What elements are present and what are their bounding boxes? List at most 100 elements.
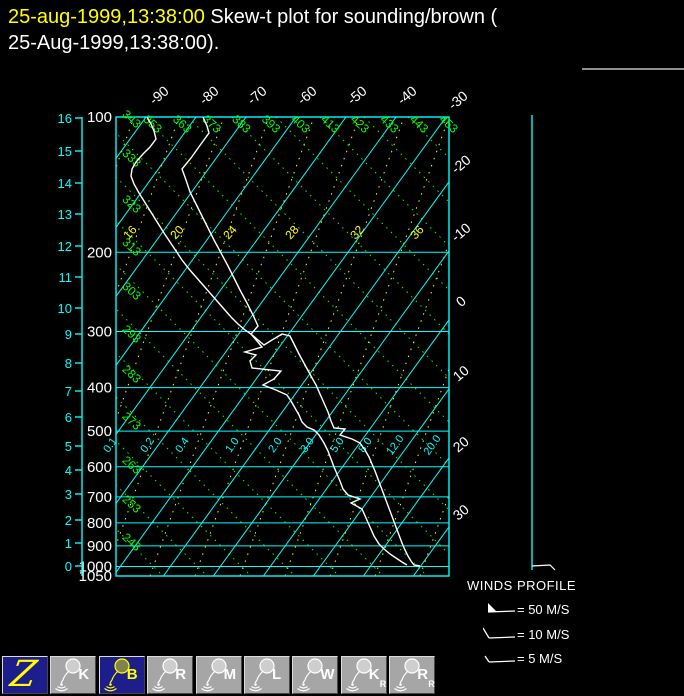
dry-adiabat-label: 333	[120, 146, 144, 170]
mixing-ratio-label: 0.2	[138, 436, 157, 455]
height-label: 5	[65, 439, 72, 454]
mixing-ratio-label: 12.0	[384, 433, 406, 457]
mixing-ratio-label: 2.0	[266, 436, 285, 455]
dry-adiabat-label: 293	[120, 322, 144, 346]
toolbar-button-letter: R	[175, 666, 186, 683]
pressure-label: 400	[87, 380, 112, 397]
toolbar-button-logo[interactable]: Z	[2, 656, 48, 694]
dry-adiabat-label: 303	[120, 279, 144, 303]
dry-adiabat-label: 453	[437, 112, 461, 136]
toolbar-button-letter: K	[369, 666, 380, 683]
dry-adiabat-label: 253	[120, 492, 144, 516]
isotherm-label: -90	[146, 82, 172, 107]
isotherm-label: -20	[448, 151, 474, 176]
dry-adiabat-label: 423	[348, 112, 372, 136]
isotherm-label: 10	[450, 362, 472, 384]
dry-adiabat-label: 273	[120, 409, 144, 433]
winds-profile-axis	[532, 115, 555, 570]
toolbar-button-letter: M	[224, 666, 237, 683]
height-label: 12	[58, 239, 72, 254]
toolbar-button-KR[interactable]: KR	[341, 656, 387, 694]
isotherm-label: -10	[448, 219, 474, 244]
toolbar-button-RR[interactable]: RR	[389, 656, 435, 694]
mixing-ratio-label: 0.4	[173, 436, 192, 455]
mixing-ratio-label: 5.0	[328, 436, 347, 455]
isotherm-label: -30	[445, 87, 471, 112]
moist-lines	[0, 117, 684, 576]
dry-adiabat-label: 433	[377, 112, 401, 136]
toolbar-button-letter: K	[78, 666, 89, 683]
zeb-logo-icon: Z	[7, 654, 39, 695]
height-label: 4	[65, 463, 72, 478]
pressure-label: 200	[87, 244, 112, 261]
dry-adiabat-labels: 3433333233133032932832732632532433533633…	[120, 107, 461, 554]
toolbar-button-W[interactable]: W	[292, 656, 338, 694]
isotherm-label: -50	[344, 82, 370, 107]
isotherm-label: 20	[450, 433, 472, 455]
mixing-ratio-label: 1.0	[223, 436, 242, 455]
moist-label: 20	[167, 222, 187, 242]
height-label: 6	[65, 410, 72, 425]
toolbar-button-letter: L	[272, 666, 281, 683]
pressure-label: 800	[87, 515, 112, 532]
height-label: 1	[65, 536, 72, 551]
dry-adiabat-label: 353	[141, 112, 165, 136]
height-label: 2	[65, 513, 72, 528]
toolbar-button-letter: R	[417, 666, 428, 683]
winds-profile-title: WINDS PROFILE	[467, 578, 576, 593]
isotherm-label: -60	[294, 82, 320, 107]
pressure-label: 1050	[79, 568, 112, 585]
wind-legend-label: = 10 M/S	[517, 627, 569, 642]
height-label: 8	[65, 356, 72, 371]
toolbar-button-letter: W	[320, 666, 334, 683]
dry-adiabat-label: 263	[120, 453, 144, 477]
skewt-chart: 1002003004005006007008009001000105016151…	[0, 0, 684, 696]
height-label: 16	[58, 111, 72, 126]
height-label: 14	[58, 176, 72, 191]
dry-adiabat-label: 413	[318, 112, 342, 136]
dry-adiabat-lines	[0, 117, 684, 576]
dry-adiabat-label: 393	[259, 112, 283, 136]
full-barb-icon	[483, 625, 519, 643]
height-label: 10	[58, 301, 72, 316]
dry-adiabat-label: 403	[289, 112, 313, 136]
isotherm-lines	[0, 117, 684, 576]
dry-adiabat-label: 383	[229, 112, 253, 136]
moist-label: 16	[120, 222, 140, 242]
pressure-label: 600	[87, 459, 112, 476]
height-label: 15	[58, 144, 72, 159]
surface-wind-barb	[532, 565, 555, 570]
height-label: 13	[58, 207, 72, 222]
isotherm-label: -70	[244, 82, 270, 107]
wind-legend-label: = 50 M/S	[517, 602, 569, 617]
dry-adiabat-label: 343	[120, 107, 144, 131]
dry-adiabat-label: 243	[120, 530, 144, 554]
toolbar-button-B[interactable]: B	[99, 656, 145, 694]
toolbar-button-letter: B	[127, 666, 138, 683]
toolbar-button-M[interactable]: M	[196, 656, 242, 694]
mixing-ratio-label: 20.0	[421, 433, 443, 457]
toolbar-button-K[interactable]: K	[50, 656, 96, 694]
height-label: 0	[65, 559, 72, 574]
toolbar-button-R[interactable]: R	[147, 656, 193, 694]
skewt-window: 25-aug-1999,13:38:00 Skew-t plot for sou…	[0, 0, 684, 696]
height-label: 11	[59, 270, 73, 285]
pressure-label: 100	[87, 109, 112, 126]
mixing-ratio-label: 3.0	[298, 436, 317, 455]
toolbar-button-L[interactable]: L	[244, 656, 290, 694]
isotherm-label: 0	[453, 292, 469, 309]
height-label: 9	[65, 327, 72, 342]
pressure-label: 900	[87, 538, 112, 555]
pressure-label: 300	[87, 323, 112, 340]
pennant-barb-icon	[483, 600, 519, 618]
isotherm-labels: -90-80-70-60-50-40-30-20-100102030	[146, 82, 474, 523]
pressure-label: 700	[87, 489, 112, 506]
toolbar: Z K B R	[0, 654, 684, 696]
toolbar-button-subscript: R	[380, 679, 387, 689]
isotherm-label: -80	[196, 82, 222, 107]
toolbar-button-subscript: R	[428, 679, 435, 689]
dry-adiabat-label: 363	[170, 112, 194, 136]
height-axis: 161514131211109876543210	[58, 111, 82, 576]
isotherm-label: 30	[450, 501, 472, 523]
moist-label: 28	[282, 222, 302, 242]
